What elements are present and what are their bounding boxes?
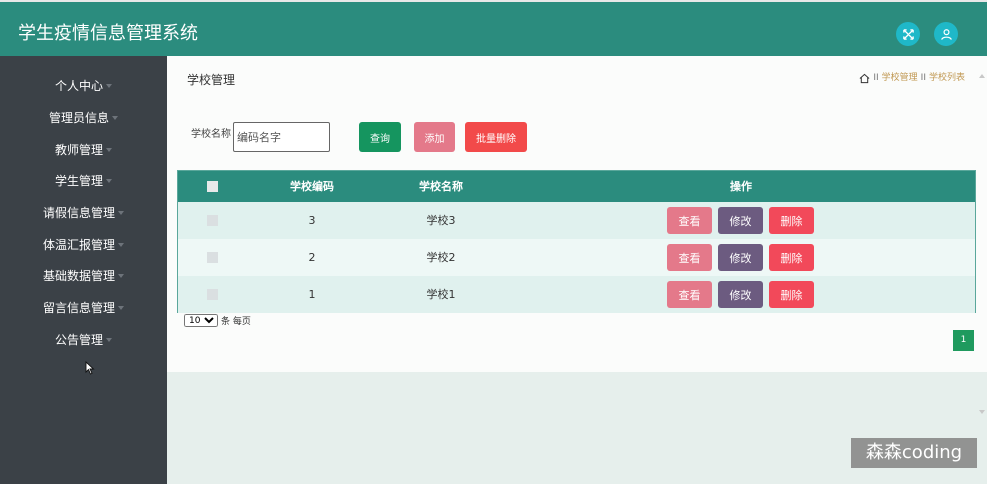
cell-school-name: 学校1 bbox=[426, 288, 456, 301]
sidebar-item-admin-info[interactable]: 管理员信息 bbox=[0, 108, 167, 128]
edit-button[interactable]: 修改 bbox=[718, 207, 763, 234]
watermark: 森森coding bbox=[851, 438, 977, 468]
caret-down-icon bbox=[106, 83, 112, 88]
fullscreen-button[interactable] bbox=[896, 22, 920, 46]
cell-school-code: 2 bbox=[308, 251, 316, 264]
expand-icon bbox=[902, 28, 914, 40]
select-all-checkbox[interactable] bbox=[207, 181, 218, 192]
row-checkbox[interactable] bbox=[207, 289, 218, 300]
breadcrumb-school-list[interactable]: 学校列表 bbox=[929, 72, 965, 84]
cell-school-name: 学校3 bbox=[426, 214, 456, 227]
caret-down-icon bbox=[106, 178, 112, 183]
view-button[interactable]: 查看 bbox=[667, 207, 712, 234]
page-size-control: 10 条 每页 bbox=[184, 314, 251, 327]
sidebar-item-temperature[interactable]: 体温汇报管理 bbox=[0, 235, 167, 255]
top-header: 学生疫情信息管理系统 bbox=[0, 0, 987, 56]
caret-down-icon bbox=[106, 147, 112, 152]
delete-button[interactable]: 删除 bbox=[769, 281, 814, 308]
page-title: 学校管理 bbox=[187, 73, 236, 87]
breadcrumb: II 学校管理 II 学校列表 bbox=[859, 72, 965, 84]
breadcrumb-school-management[interactable]: 学校管理 bbox=[882, 72, 918, 84]
sidebar-item-teacher[interactable]: 教师管理 bbox=[0, 140, 167, 160]
sidebar-item-message[interactable]: 留言信息管理 bbox=[0, 298, 167, 318]
cell-school-code: 1 bbox=[308, 288, 316, 301]
school-table: 学校编码 学校名称 操作 3 学校3 查看 修改 删除 2 学校2 查看 修改 … bbox=[177, 170, 976, 313]
row-checkbox[interactable] bbox=[207, 252, 218, 263]
search-input[interactable] bbox=[233, 122, 330, 152]
row-checkbox[interactable] bbox=[207, 215, 218, 226]
cell-school-name: 学校2 bbox=[426, 251, 456, 264]
caret-down-icon bbox=[118, 210, 124, 215]
caret-down-icon bbox=[106, 337, 112, 342]
header-actions: 操作 bbox=[730, 180, 752, 193]
delete-button[interactable]: 删除 bbox=[769, 244, 814, 271]
header-school-code: 学校编码 bbox=[290, 180, 334, 193]
page-size-select[interactable]: 10 bbox=[184, 314, 218, 327]
user-menu-button[interactable] bbox=[934, 22, 958, 46]
query-button[interactable]: 查询 bbox=[359, 122, 401, 152]
view-button[interactable]: 查看 bbox=[667, 281, 712, 308]
sidebar-item-leave[interactable]: 请假信息管理 bbox=[0, 203, 167, 223]
sidebar-item-student[interactable]: 学生管理 bbox=[0, 171, 167, 191]
scroll-up-arrow-icon[interactable] bbox=[978, 72, 986, 80]
page-number-1[interactable]: 1 bbox=[953, 330, 974, 351]
caret-down-icon bbox=[118, 273, 124, 278]
caret-down-icon bbox=[112, 115, 118, 120]
user-icon bbox=[940, 28, 952, 40]
cell-school-code: 3 bbox=[308, 214, 316, 227]
sidebar-item-notice[interactable]: 公告管理 bbox=[0, 330, 167, 350]
table-row: 2 学校2 查看 修改 删除 bbox=[178, 239, 975, 276]
scroll-down-arrow-icon[interactable] bbox=[978, 408, 986, 416]
header-school-name: 学校名称 bbox=[419, 180, 463, 193]
view-button[interactable]: 查看 bbox=[667, 244, 712, 271]
caret-down-icon bbox=[118, 242, 124, 247]
sidebar-item-personal-center[interactable]: 个人中心 bbox=[0, 76, 167, 96]
delete-button[interactable]: 删除 bbox=[769, 207, 814, 234]
edit-button[interactable]: 修改 bbox=[718, 244, 763, 271]
mouse-cursor-icon bbox=[85, 361, 95, 375]
edit-button[interactable]: 修改 bbox=[718, 281, 763, 308]
add-button[interactable]: 添加 bbox=[414, 122, 455, 152]
main-content: 学校管理 II 学校管理 II 学校列表 学校名称 查询 添加 批量删除 学校编… bbox=[167, 56, 987, 372]
table-header: 学校编码 学校名称 操作 bbox=[178, 171, 975, 202]
sidebar: 个人中心 管理员信息 教师管理 学生管理 请假信息管理 体温汇报管理 基础数据管… bbox=[0, 56, 167, 484]
table-row: 1 学校1 查看 修改 删除 bbox=[178, 276, 975, 313]
sidebar-item-basic-data[interactable]: 基础数据管理 bbox=[0, 266, 167, 286]
batch-delete-button[interactable]: 批量删除 bbox=[465, 122, 527, 152]
caret-down-icon bbox=[118, 305, 124, 310]
app-title: 学生疫情信息管理系统 bbox=[18, 23, 198, 44]
page-size-suffix: 条 每页 bbox=[221, 317, 251, 327]
home-icon[interactable] bbox=[859, 73, 870, 84]
search-label: 学校名称 bbox=[191, 129, 231, 140]
table-row: 3 学校3 查看 修改 删除 bbox=[178, 202, 975, 239]
